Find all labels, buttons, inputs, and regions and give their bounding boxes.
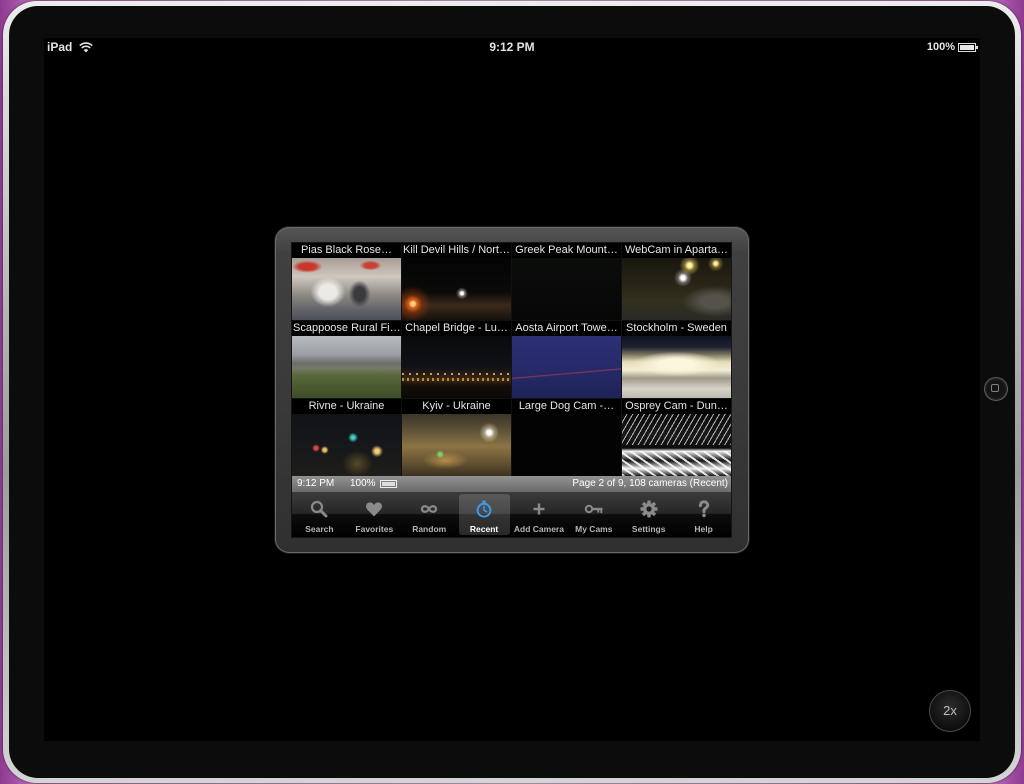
tab-my-cams[interactable]: My Cams [566, 492, 621, 537]
camera-title: Stockholm - Sweden [622, 321, 731, 336]
camera-thumbnail [622, 336, 731, 398]
tab-label: Favorites [355, 524, 394, 534]
camera-cell[interactable]: Greek Peak Mount… [512, 243, 621, 320]
tab-label: Help [694, 524, 713, 534]
camera-thumbnail [402, 258, 511, 320]
magnifier-icon [311, 500, 328, 518]
camera-title: WebCam in Aparta… [622, 243, 731, 258]
tab-help[interactable]: Help [676, 492, 731, 537]
camera-thumbnail [622, 258, 731, 320]
camera-grid: Pias Black Rose… Kill Devil Hills / Nort… [292, 243, 731, 476]
camera-title: Rivne - Ukraine [292, 399, 401, 414]
page-info: Page 2 of 9, 108 cameras (Recent) [572, 478, 728, 489]
tab-label: Settings [631, 524, 666, 534]
tab-recent[interactable]: Recent [457, 492, 512, 537]
camera-title: Large Dog Cam -… [512, 399, 621, 414]
camera-thumbnail [292, 414, 401, 476]
camera-thumbnail [292, 336, 401, 398]
tab-add-camera[interactable]: Add Camera [512, 492, 567, 537]
camera-title: Greek Peak Mount… [512, 243, 621, 258]
camera-title: Kill Devil Hills / Nort… [402, 243, 511, 258]
camera-title: Osprey Cam - Dun… [622, 399, 731, 414]
camera-thumbnail [622, 414, 731, 476]
battery-percentage: 100% [926, 41, 955, 53]
camera-thumbnail [402, 336, 511, 398]
zoom-2x-button[interactable]: 2x [929, 690, 971, 732]
camera-cell[interactable]: Stockholm - Sweden [622, 321, 731, 398]
home-button[interactable] [984, 377, 1008, 401]
camera-thumbnail [512, 414, 621, 476]
camera-cell[interactable]: Rivne - Ukraine [292, 399, 401, 476]
camera-title: Pias Black Rose… [292, 243, 401, 258]
camera-thumbnail [512, 258, 621, 320]
app-content: Pias Black Rose… Kill Devil Hills / Nort… [292, 243, 731, 537]
camera-cell[interactable]: Pias Black Rose… [292, 243, 401, 320]
tab-label: Random [412, 524, 447, 534]
camera-cell[interactable]: Chapel Bridge - Lu… [402, 321, 511, 398]
tab-label: Search [305, 524, 334, 534]
camera-cell[interactable]: Kyiv - Ukraine [402, 399, 511, 476]
app-status-strip: 9:12 PM 100% Page 2 of 9, 108 cameras (R… [292, 476, 731, 492]
heart-icon [366, 502, 383, 517]
tab-label: Recent [469, 524, 499, 534]
tab-settings[interactable]: Settings [621, 492, 676, 537]
camera-thumbnail [512, 336, 621, 398]
camera-cell[interactable]: Scappoose Rural Fi… [292, 321, 401, 398]
question-mark-icon [698, 500, 709, 518]
camera-title: Scappoose Rural Fi… [292, 321, 401, 336]
iphone-app-window: Pias Black Rose… Kill Devil Hills / Nort… [275, 227, 749, 553]
battery-icon [380, 480, 397, 488]
camera-cell[interactable]: Osprey Cam - Dun… [622, 399, 731, 476]
camera-thumbnail [292, 258, 401, 320]
tab-random[interactable]: Random [402, 492, 457, 537]
tab-label: My Cams [575, 524, 613, 534]
stopwatch-icon [476, 500, 492, 518]
app-battery-percentage: 100% [350, 478, 376, 489]
home-button-square-icon [991, 384, 999, 392]
camera-cell[interactable]: Kill Devil Hills / Nort… [402, 243, 511, 320]
gear-icon [640, 500, 658, 518]
camera-cell[interactable]: Aosta Airport Towe… [512, 321, 621, 398]
tab-bar: Search Favorites Random Recent Add Camer… [292, 492, 731, 537]
device-clock: 9:12 PM [489, 40, 535, 54]
camera-title: Kyiv - Ukraine [402, 399, 511, 414]
tab-label: Add Camera [513, 524, 564, 534]
infinity-icon [421, 505, 438, 513]
camera-cell[interactable]: Large Dog Cam -… [512, 399, 621, 476]
camera-title: Aosta Airport Towe… [512, 321, 621, 336]
key-icon [584, 504, 603, 514]
tab-search[interactable]: Search [292, 492, 347, 537]
battery-icon [958, 43, 978, 52]
app-clock: 9:12 PM [297, 478, 335, 489]
camera-cell[interactable]: WebCam in Aparta… [622, 243, 731, 320]
camera-title: Chapel Bridge - Lu… [402, 321, 511, 336]
plus-icon [533, 503, 545, 515]
camera-thumbnail [402, 414, 511, 476]
tab-favorites[interactable]: Favorites [347, 492, 402, 537]
